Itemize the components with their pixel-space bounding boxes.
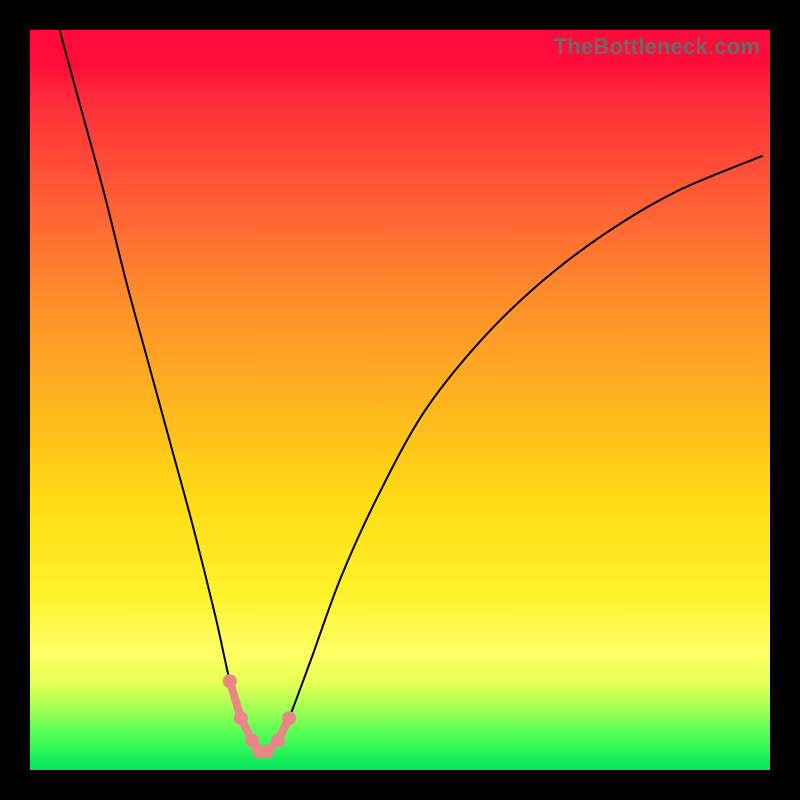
trough-dots-group <box>223 674 296 758</box>
trough-dot <box>260 745 274 759</box>
chart-svg <box>30 30 770 770</box>
trough-dot <box>234 711 248 725</box>
trough-dot <box>282 711 296 725</box>
chart-plot-area: TheBottleneck.com <box>30 30 770 770</box>
bottleneck-curve <box>60 30 763 753</box>
trough-dot <box>271 733 285 747</box>
trough-dot <box>223 674 237 688</box>
